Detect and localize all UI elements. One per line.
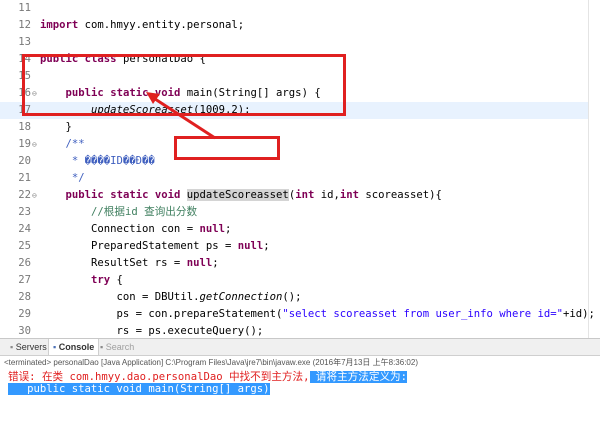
tab-console[interactable]: ▪ Console [48,339,100,355]
annotation-arrow [146,92,216,140]
tab-label: Servers [15,342,47,352]
error-line-2[interactable]: public static void main(String[] args) [8,383,270,395]
arrow-line [151,95,216,140]
console-panel: ▪ Servers ▪ Console ▪ Search <terminated> … [0,339,600,440]
tab-label: Console [58,342,95,352]
terminated-label: <terminated> personalDao [Java Applicati… [4,358,418,367]
code-editor[interactable]: 11 12 import com.hmyy.entity.personal; 13 14… [0,0,600,339]
tab-label: Search [105,342,135,352]
error-selected-text: 请将主方法定义为: [309,371,408,383]
tab-search[interactable]: ▪ Search [96,339,138,355]
tab-servers[interactable]: ▪ Servers [6,339,51,355]
console-tab-bar: ▪ Servers ▪ Console ▪ Search [0,339,600,356]
error-line-1[interactable]: 错误: 在类 com.hmyy.dao.personalDao 中找不到主方法,… [8,369,408,384]
error-message: 错误: 在类 com.hmyy.dao.personalDao 中找不到主方法, [8,371,310,383]
error-main-signature: public static void main(String[] args) [8,383,270,395]
